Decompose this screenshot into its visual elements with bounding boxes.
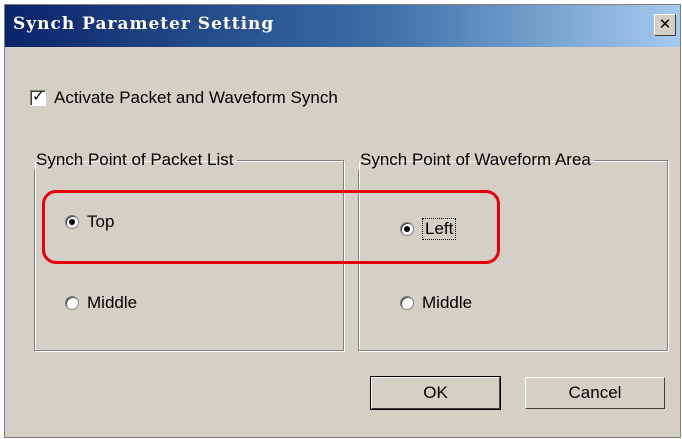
waveform-left-label: Left xyxy=(422,218,457,240)
packet-list-synch-group: Synch Point of Packet List xyxy=(34,150,344,351)
close-icon[interactable]: ✕ xyxy=(654,14,676,36)
packet-middle-label: Middle xyxy=(87,293,138,312)
radio-selected-icon[interactable] xyxy=(65,215,79,229)
radio-selected-icon[interactable] xyxy=(400,222,414,236)
cancel-button[interactable]: Cancel xyxy=(525,377,665,409)
checkbox-box[interactable]: ✓ xyxy=(30,87,46,106)
waveform-middle-radio[interactable]: Middle xyxy=(400,293,472,313)
activate-synch-label: Activate Packet and Waveform Synch xyxy=(54,88,338,107)
dialog-title: Synch Parameter Setting xyxy=(13,14,275,34)
packet-list-group-title: Synch Point of Packet List xyxy=(36,150,234,169)
waveform-group-title: Synch Point of Waveform Area xyxy=(360,150,591,169)
ok-button[interactable]: OK xyxy=(370,376,501,410)
radio-unselected-icon[interactable] xyxy=(65,296,79,310)
waveform-area-synch-group: Synch Point of Waveform Area xyxy=(358,150,668,351)
checkmark-icon: ✓ xyxy=(32,87,45,105)
packet-top-radio[interactable]: Top xyxy=(65,212,114,232)
waveform-middle-label: Middle xyxy=(422,293,473,312)
title-bar[interactable]: Synch Parameter Setting ✕ xyxy=(5,5,680,47)
packet-top-label: Top xyxy=(87,212,115,231)
packet-middle-radio[interactable]: Middle xyxy=(65,293,137,313)
activate-synch-checkbox[interactable]: ✓ Activate Packet and Waveform Synch xyxy=(30,87,338,108)
radio-unselected-icon[interactable] xyxy=(400,296,414,310)
waveform-left-radio[interactable]: Left xyxy=(400,218,457,240)
